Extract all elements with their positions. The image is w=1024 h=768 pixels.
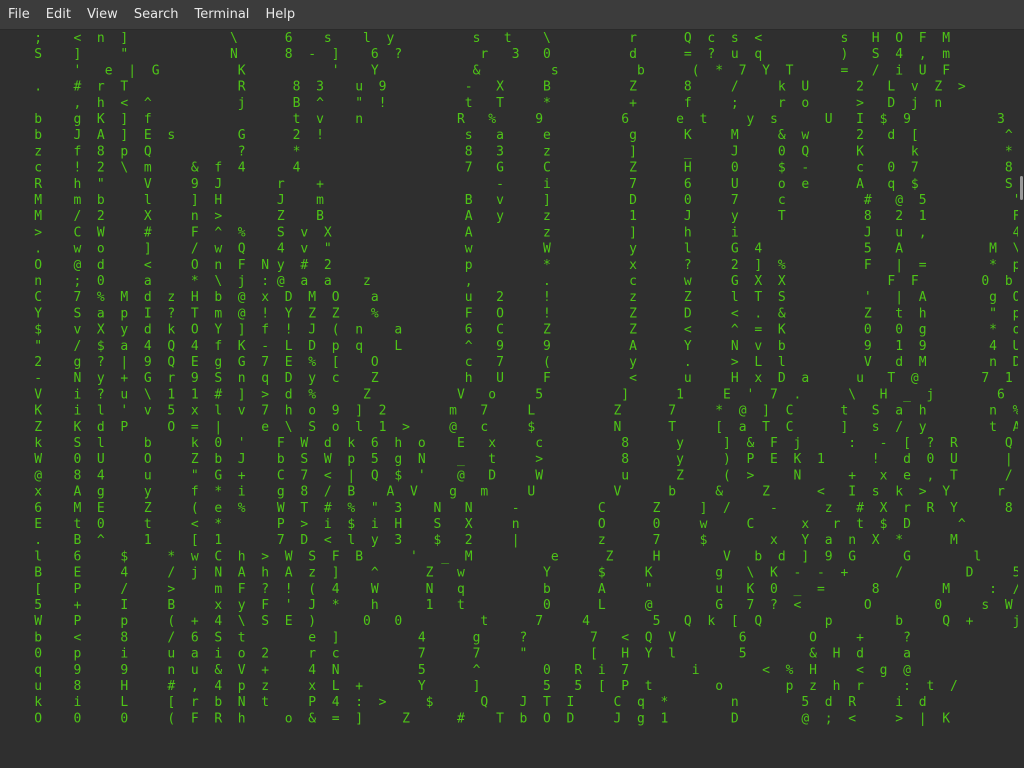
terminal-line: [ P / > m F ? ! ( 4 W N q b A " u K 0 _ …	[3, 582, 1018, 597]
terminal-line: , h < ^ j B ^ " ! t T * + f ; r o > D j …	[3, 96, 1018, 111]
terminal-line: q 9 9 n u & V + 4 N 5 ^ 0 R i 7 i < % H …	[3, 663, 911, 678]
terminal-line: z f 8 p Q ? * 8 3 z ] _ J 0 Q K k * % N …	[3, 144, 1018, 159]
terminal-line: k S l b k 0 ' F W d k 6 h o E x c 8 y ] …	[3, 436, 1018, 451]
terminal-line: R h " V 9 J r + - i 7 6 U o e A q $ S [ …	[3, 177, 1018, 192]
menu-terminal[interactable]: Terminal	[186, 0, 257, 29]
menu-search[interactable]: Search	[126, 0, 187, 29]
terminal-line: M / 2 X n > Z B A y z 1 J y T 8 2 1 F % …	[3, 209, 1018, 224]
menu-file[interactable]: File	[0, 0, 38, 29]
terminal-line: W 0 U O Z b J b S W p 5 g N _ t > 8 y ) …	[3, 452, 1018, 467]
scrollbar-thumb[interactable]	[1020, 176, 1023, 200]
terminal-line: 6 M E Z ( e % W T # % " 3 N N - C Z ] / …	[3, 501, 1018, 516]
terminal-line: 5 + I B x y F ' J * h 1 t 0 L @ G 7 ? < …	[3, 598, 1018, 613]
menu-help[interactable]: Help	[257, 0, 303, 29]
terminal-line: E t 0 t < * P > i $ i H S X n O 0 w C x …	[3, 517, 1018, 532]
terminal-line: ; < n ] \ 6 s l y s t \ r Q c s < s H O …	[3, 31, 1018, 46]
terminal-line: S ] " N 8 - ] 6 ? r 3 0 d = ? u q ) S 4 …	[3, 47, 1018, 62]
terminal-line: x A g y f * i g 8 / B A V g m U V b & Z …	[3, 485, 1018, 500]
terminal-line: l 6 $ * w C h > W S F B ' _ M e Z H V b …	[3, 549, 1018, 564]
terminal-line: O @ d < O n F N y # 2 p * x ? 2 ] % F | …	[3, 258, 1018, 273]
terminal-line: W P p ( + 4 \ S E ) 0 0 t 7 4 5 Q k [ Q …	[3, 614, 1018, 629]
menu-bar: File Edit View Search Terminal Help	[0, 0, 1024, 30]
terminal-line: b g K ] f t v n R % 9 6 e t y s U I $ 9 …	[3, 112, 1018, 127]
terminal-line: . B ^ 1 [ 1 7 D < l y 3 $ 2 | z 7 $ x Y …	[3, 533, 1018, 548]
matrix-rain: ; < n ] \ 6 s l y s t \ r Q c s < s H O …	[3, 31, 1018, 726]
menu-view[interactable]: View	[79, 0, 126, 29]
terminal-line: u 8 H # , 4 p z x L + Y ] 5 5 [ P t o p …	[3, 679, 958, 694]
terminal-line: c ! 2 \ m & f 4 4 7 G C Z H 0 $ - c 0 7 …	[3, 161, 1018, 176]
terminal-line: " / $ a 4 Q 4 f K - L D p q L ^ 9 9 A Y …	[3, 339, 1018, 354]
terminal-line: ' e | G K ' Y & s b ( * 7 Y T = / i U F …	[3, 63, 1018, 78]
terminal-line: M m b l ] H J m B v ] D 0 7 c # @ 5 ' P …	[3, 193, 1018, 208]
terminal-line: C 7 % M d z H b @ x D M O a u 2 ! z Z l …	[3, 290, 1018, 305]
terminal-line: 2 g ? | 9 Q E g G 7 E % [ O c 7 ( y . > …	[3, 355, 1018, 370]
terminal-line: - N y + G r 9 S n q D y c Z h U F < u H …	[3, 371, 1018, 386]
terminal-line: k i L [ r b N t P 4 : > $ Q J T I C q * …	[3, 695, 927, 710]
terminal-line: B E 4 / j N A h A z ] ^ Z w Y $ K g \ K …	[3, 566, 1018, 581]
terminal-window: File Edit View Search Terminal Help ; < …	[0, 0, 1024, 768]
terminal-line: Z K d P O = | e \ S o l 1 > @ c $ N T [ …	[3, 420, 1018, 435]
terminal-line: . # r T R 8 3 u 9 - X B Z 8 / k U 2 L v …	[3, 80, 1018, 95]
scrollbar[interactable]	[1018, 30, 1024, 768]
terminal-line: O 0 0 ( F R h o & = ] Z # T b O D J g 1 …	[3, 711, 950, 726]
menu-edit[interactable]: Edit	[38, 0, 79, 29]
terminal-line: b J A ] E s G 2 ! s a e g K M & w 2 d [ …	[3, 128, 1018, 143]
terminal-output[interactable]: ; < n ] \ 6 s l y s t \ r Q c s < s H O …	[0, 30, 1018, 768]
terminal-line: V i ? u \ 1 1 # ] > d % Z V o 5 ] 1 E ' …	[3, 387, 1018, 402]
terminal-line: $ v X y d k O Y ] f ! J ( n a 6 C Z Z < …	[3, 323, 1018, 338]
terminal-line: 0 p i u a i o 2 r c 7 7 " [ H Y l 5 & H …	[3, 647, 911, 662]
terminal-line: Y S a p I ? T m @ ! Y Z Z % F O ! Z D < …	[3, 306, 1018, 321]
terminal-line: > C W # F ^ % S v X A z ] h i J u , 4 l …	[3, 225, 1018, 240]
terminal-line: @ 8 4 u " G + C 7 < | Q $ ' @ D W u Z ( …	[3, 468, 1018, 483]
terminal-line: K i l ' v 5 x l v 7 h o 9 ] 2 m 7 L Z 7 …	[3, 404, 1018, 419]
terminal-line: n ; 0 a * \ j : @ a a z , . c w G X X F …	[3, 274, 1018, 289]
terminal-line: . w o ] / w Q 4 v " w W y l G 4 5 A M \ …	[3, 242, 1018, 257]
terminal-line: b < 8 / 6 S t e ] 4 g ? 7 < Q V 6 O + ?	[3, 630, 911, 645]
